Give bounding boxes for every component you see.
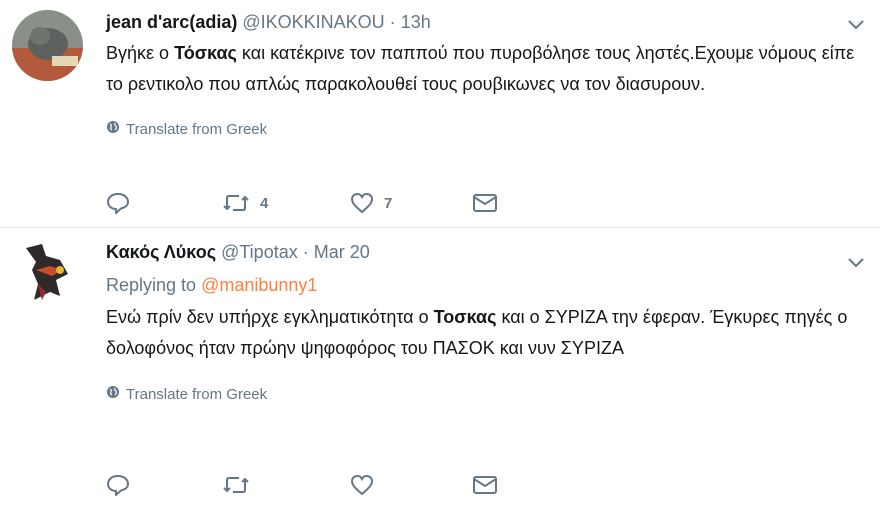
retweet-button[interactable] [222, 474, 350, 496]
tweet-text-start: Ενώ πρίν δεν υπήρχε εγκληματικότητα ο [106, 307, 434, 327]
tweet-text-highlight: Τόσκας [174, 43, 237, 63]
dm-envelope-icon [472, 193, 498, 213]
translate-label: Translate from Greek [126, 120, 268, 138]
timestamp[interactable]: 13h [401, 12, 431, 32]
reply-icon [106, 192, 130, 214]
heart-icon [350, 192, 374, 214]
like-button[interactable]: 7 [350, 192, 472, 214]
dm-envelope-icon [472, 475, 498, 495]
retweet-button[interactable]: 4 [222, 192, 350, 214]
globe-icon [106, 120, 120, 138]
chevron-down-icon[interactable] [846, 18, 866, 32]
mention-link[interactable]: @manibunny1 [201, 275, 317, 295]
avatar[interactable] [16, 240, 78, 302]
tweet-text: Βγήκε ο Τόσκας και κατέκρινε τον παππού … [106, 38, 860, 100]
tweet-header: Κακός Λύκος @Tipotax · Mar 20 [106, 241, 860, 263]
dm-button[interactable] [472, 193, 498, 213]
heart-icon [350, 474, 374, 496]
retweet-icon [222, 192, 250, 214]
reply-button[interactable] [106, 192, 222, 214]
user-name[interactable]: jean d'arc(adia) [106, 12, 237, 32]
separator: · [389, 12, 396, 32]
replying-to: Replying to @manibunny1 [106, 274, 860, 296]
user-name[interactable]: Κακός Λύκος [106, 242, 216, 262]
user-handle[interactable]: @IKOKKINAKOU [242, 12, 384, 32]
avatar[interactable] [12, 10, 83, 81]
user-handle[interactable]: @Tipotax [221, 242, 298, 262]
tweet-text-highlight: Τοσκας [433, 307, 497, 327]
tweet[interactable]: Κακός Λύκος @Tipotax · Mar 20 Replying t… [0, 228, 880, 505]
tweet-actions [106, 474, 498, 496]
timestamp[interactable]: Mar 20 [314, 242, 370, 262]
retweet-count: 4 [260, 194, 269, 212]
translate-label: Translate from Greek [126, 385, 268, 403]
tweet-header: jean d'arc(adia) @IKOKKINAKOU · 13h [106, 11, 860, 33]
tweet-actions: 4 7 [106, 192, 498, 214]
separator: · [302, 242, 309, 262]
replying-label: Replying to [106, 275, 197, 295]
reply-button[interactable] [106, 474, 222, 496]
translate-link[interactable]: Translate from Greek [106, 120, 860, 138]
like-button[interactable] [350, 474, 472, 496]
globe-icon [106, 385, 120, 403]
reply-icon [106, 474, 130, 496]
translate-link[interactable]: Translate from Greek [106, 385, 860, 403]
retweet-icon [222, 474, 250, 496]
tweet-text: Ενώ πρίν δεν υπήρχε εγκληματικότητα ο Το… [106, 302, 860, 364]
dm-button[interactable] [472, 475, 498, 495]
tweet-text-start: Βγήκε ο [106, 43, 175, 63]
like-count: 7 [384, 194, 393, 212]
chevron-down-icon[interactable] [846, 256, 866, 270]
tweet[interactable]: jean d'arc(adia) @IKOKKINAKOU · 13h Βγήκ… [0, 0, 880, 228]
